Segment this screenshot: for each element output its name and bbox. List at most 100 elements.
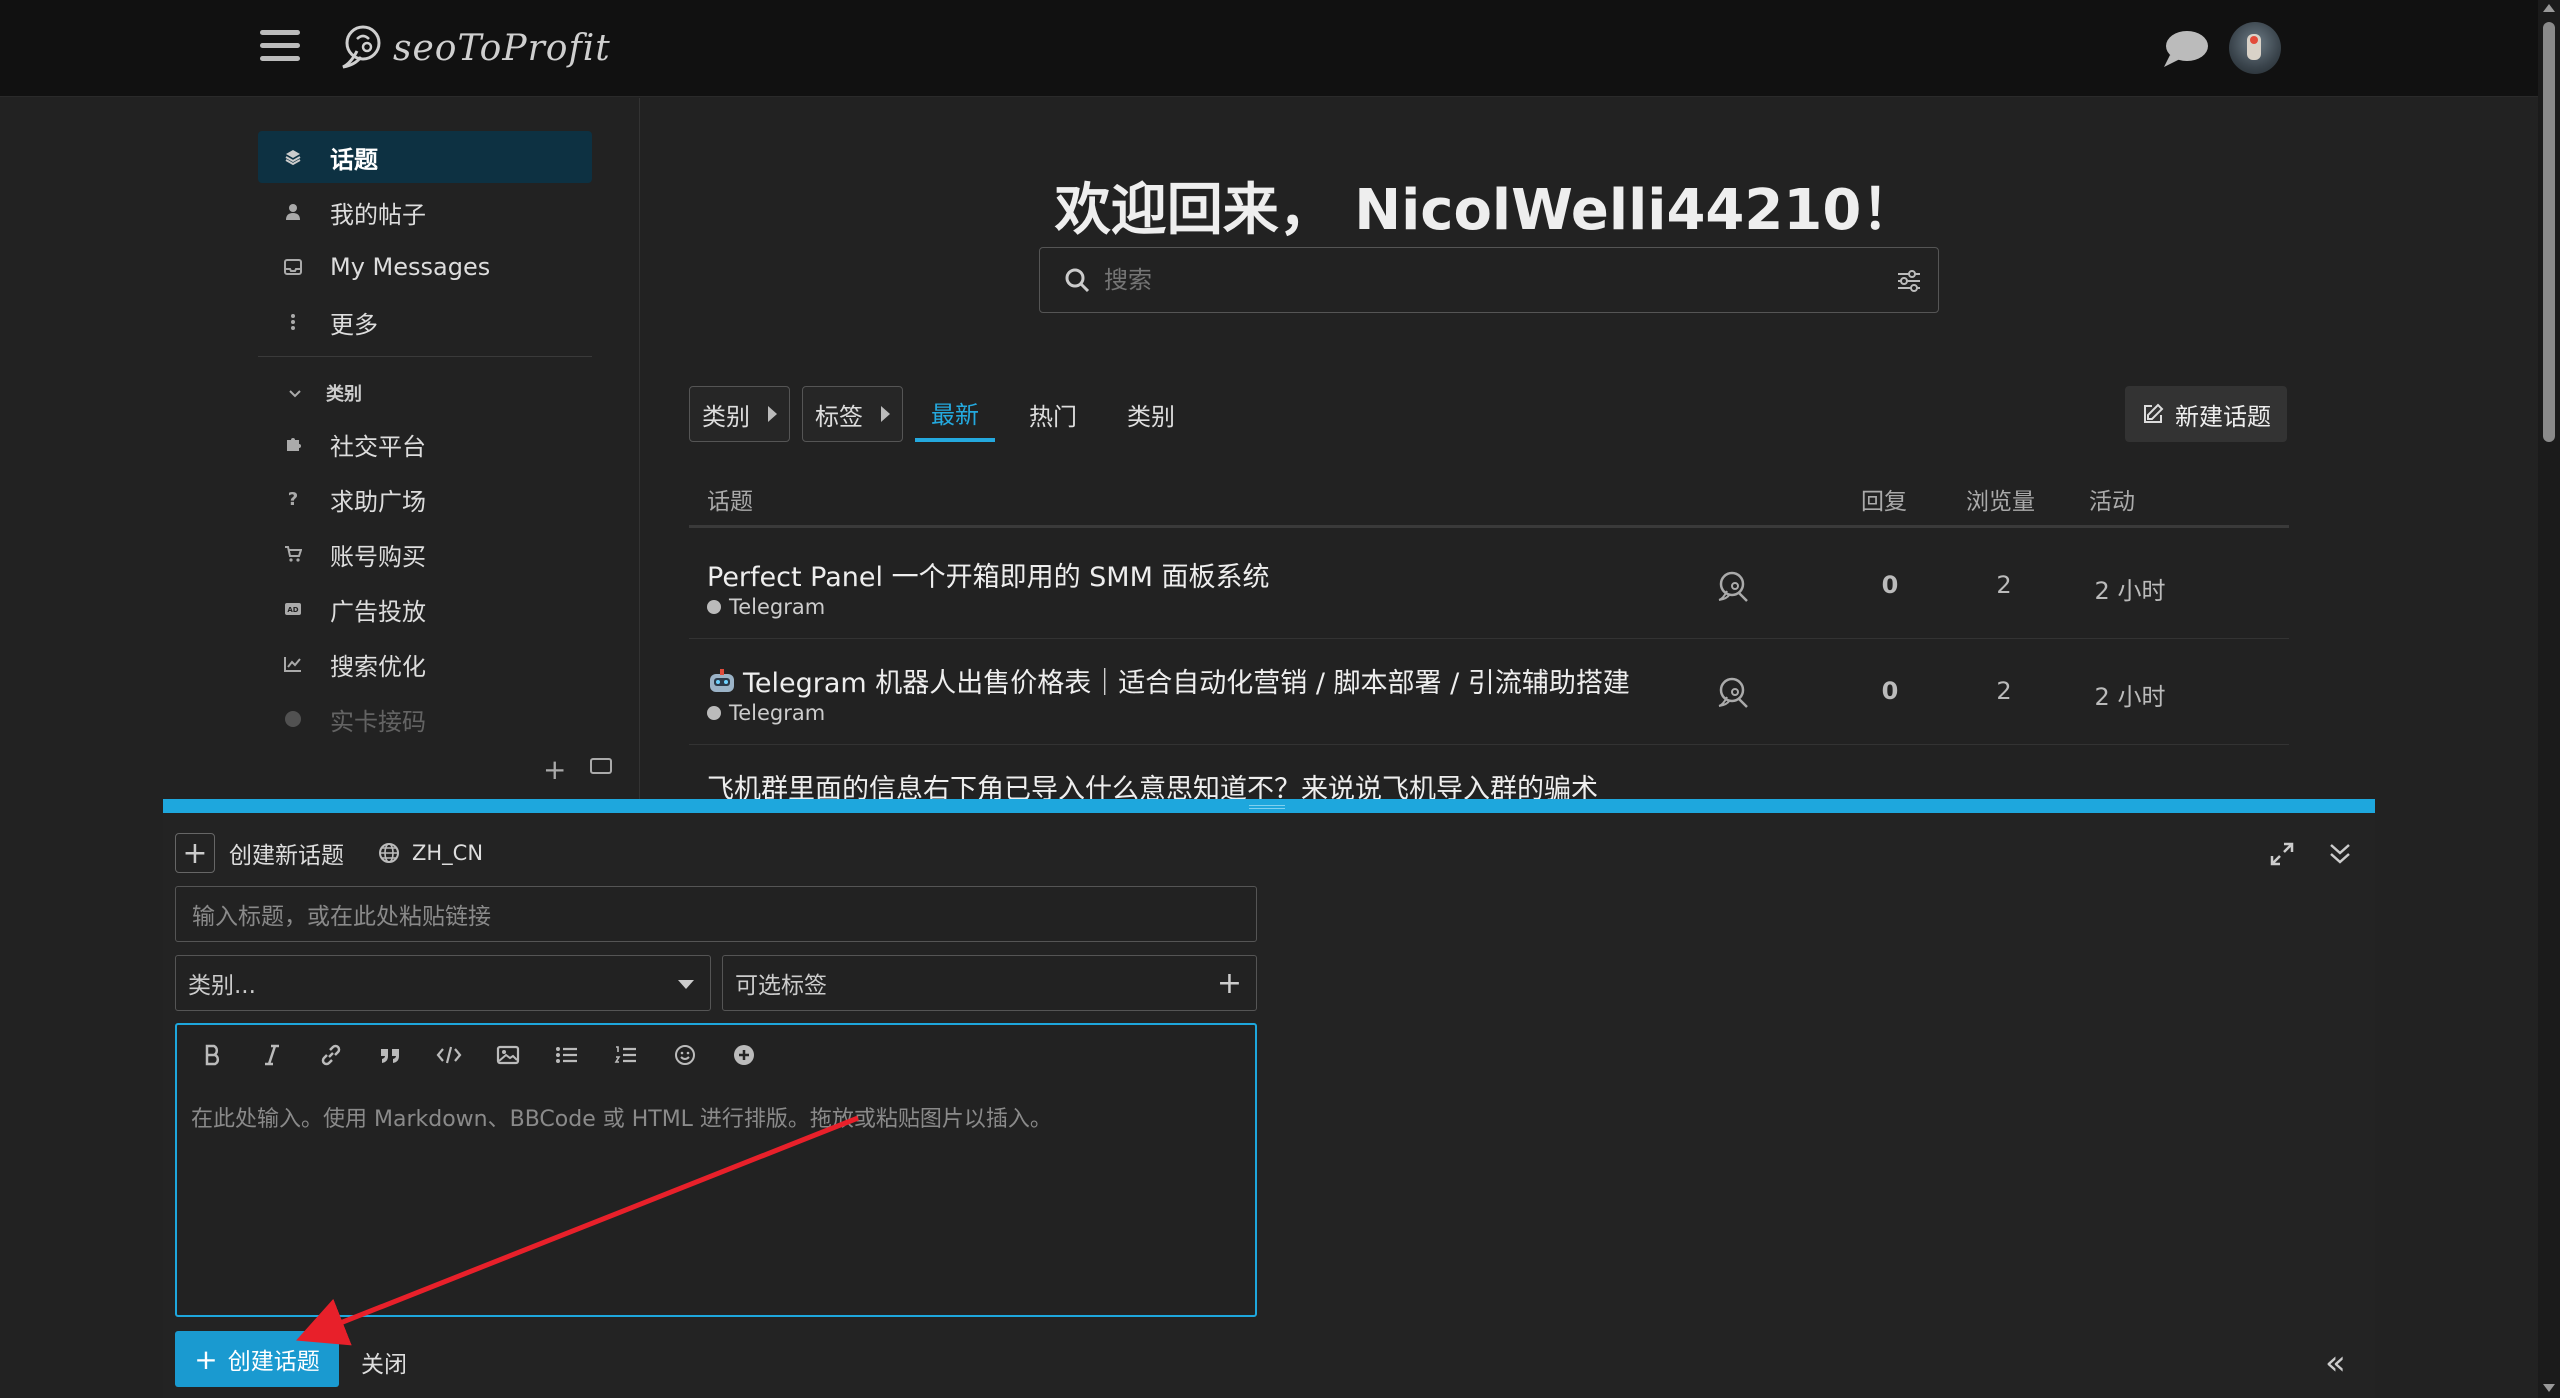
table-row[interactable]: Telegram 机器人出售价格表｜适合自动化营销 / 脚本部署 / 引流辅助搭… xyxy=(689,639,2289,745)
search-box[interactable] xyxy=(1039,247,1939,313)
topic-title-input[interactable]: 输入标题，或在此处粘贴链接 xyxy=(175,886,1257,942)
add-tag-icon[interactable]: + xyxy=(1217,966,1242,1001)
sidebar-section-categories[interactable]: 类别 xyxy=(258,378,362,408)
site-logo[interactable]: seoToProfit xyxy=(335,18,611,78)
emoji-icon[interactable] xyxy=(655,1035,714,1075)
tab-categories[interactable]: 类别 xyxy=(1111,386,1191,442)
code-icon[interactable] xyxy=(419,1035,478,1075)
chevron-down-icon xyxy=(288,384,302,403)
tab-hot[interactable]: 热门 xyxy=(1013,386,1093,442)
tag-select-value: 可选标签 xyxy=(735,973,827,999)
sidebar-category-accounts[interactable]: 账号购买 xyxy=(258,528,592,580)
tag-dropdown-label: 标签 xyxy=(815,402,863,431)
header-activity[interactable]: 活动 xyxy=(2089,482,2135,516)
circle-icon xyxy=(282,710,304,728)
sidebar-category-sim[interactable]: 实卡接码 xyxy=(258,693,592,745)
category-dropdown[interactable]: 类别 xyxy=(689,386,790,442)
editor-placeholder: 在此处输入。使用 Markdown、BBCode 或 HTML 进行排版。拖放或… xyxy=(191,1107,1052,1132)
tag-select[interactable]: 可选标签 + xyxy=(722,955,1257,1011)
topic-category[interactable]: Telegram xyxy=(707,595,825,619)
header-replies[interactable]: 回复 xyxy=(1861,482,1907,516)
sidebar-category-social[interactable]: 社交平台 xyxy=(258,418,592,470)
editor-toolbar xyxy=(183,1035,773,1075)
sidebar-item-topics[interactable]: 话题 xyxy=(258,131,592,183)
create-topic-button[interactable]: + 创建话题 xyxy=(175,1331,339,1387)
topic-category[interactable]: Telegram xyxy=(707,701,825,725)
double-chevron-left-icon[interactable]: « xyxy=(2325,1343,2346,1383)
cart-icon xyxy=(282,546,304,562)
add-category-icon[interactable]: + xyxy=(543,753,566,786)
sidebar-category-help[interactable]: ? 求助广场 xyxy=(258,473,592,525)
composer-title: 创建新话题 xyxy=(229,843,344,869)
page-scrollbar[interactable] xyxy=(2538,0,2560,1398)
sidebar-item-label: 搜索优化 xyxy=(330,652,426,681)
scroll-thumb[interactable] xyxy=(2543,22,2555,442)
activity-time[interactable]: 2 小时 xyxy=(2075,677,2185,712)
quote-icon[interactable] xyxy=(360,1035,419,1075)
bold-icon[interactable] xyxy=(183,1035,242,1075)
topic-title[interactable]: Telegram 机器人出售价格表｜适合自动化营销 / 脚本部署 / 引流辅助搭… xyxy=(707,661,1630,700)
collapse-chevrons-icon[interactable] xyxy=(2327,841,2353,867)
inbox-icon xyxy=(282,259,304,275)
sidebar-category-seo[interactable]: 搜索优化 xyxy=(258,638,592,690)
topic-nav: 类别 标签 最新 热门 类别 xyxy=(689,386,1209,442)
search-input[interactable] xyxy=(1104,266,1864,294)
caret-right-icon xyxy=(881,406,890,422)
image-icon[interactable] xyxy=(478,1035,537,1075)
sidebar-item-more[interactable]: 更多 xyxy=(258,296,592,348)
sidebar-category-ads[interactable]: AD 广告投放 xyxy=(258,583,592,635)
question-icon: ? xyxy=(287,488,299,510)
scroll-down-arrow-icon[interactable] xyxy=(2543,1384,2555,1392)
header-views[interactable]: 浏览量 xyxy=(1966,482,2035,516)
new-topic-button[interactable]: 新建话题 xyxy=(2125,386,2287,442)
category-dropdown-label: 类别 xyxy=(702,402,750,431)
category-select-value: 类别... xyxy=(188,973,256,999)
table-row[interactable]: Perfect Panel 一个开箱即用的 SMM 面板系统 Telegram … xyxy=(689,533,2289,639)
link-icon[interactable] xyxy=(301,1035,360,1075)
welcome-heading: 欢迎回来， NicolWelli44210！ xyxy=(1054,178,1918,243)
view-count: 2 xyxy=(1996,571,2012,599)
telegram-icon xyxy=(707,600,721,614)
globe-icon[interactable] xyxy=(378,842,400,864)
tab-latest[interactable]: 最新 xyxy=(915,386,995,442)
reply-count: 0 xyxy=(1881,677,1899,705)
svg-text:AD: AD xyxy=(287,606,298,614)
chat-icon[interactable] xyxy=(2162,27,2210,71)
reply-count: 0 xyxy=(1881,571,1899,599)
sidebar-item-my-posts[interactable]: 我的帖子 xyxy=(258,186,592,238)
search-options-icon[interactable] xyxy=(1896,268,1922,294)
topic-title-text: Telegram 机器人出售价格表｜适合自动化营销 / 脚本部署 / 引流辅助搭… xyxy=(743,668,1630,699)
sidebar-item-my-messages[interactable]: My Messages xyxy=(258,241,592,293)
italic-icon[interactable] xyxy=(242,1035,301,1075)
expand-icon[interactable] xyxy=(2269,841,2295,867)
close-composer-button[interactable]: 关闭 xyxy=(361,1345,407,1379)
sidebar-item-label: 实卡接码 xyxy=(330,707,426,736)
poster-avatar-icon[interactable] xyxy=(1717,569,1751,603)
user-avatar[interactable] xyxy=(2229,22,2281,74)
tag-dropdown[interactable]: 标签 xyxy=(802,386,903,442)
top-header: seoToProfit xyxy=(0,0,2538,97)
topic-category-label: Telegram xyxy=(729,595,826,619)
plus-icon: + xyxy=(194,1342,218,1376)
composer-action-plus-icon[interactable]: + xyxy=(175,833,215,873)
poster-avatar-icon[interactable] xyxy=(1717,675,1751,709)
topic-title[interactable]: Perfect Panel 一个开箱即用的 SMM 面板系统 xyxy=(707,555,1269,594)
composer-resize-grip[interactable] xyxy=(1249,805,1285,809)
bullet-list-icon[interactable] xyxy=(537,1035,596,1075)
layers-icon xyxy=(282,148,304,166)
keyboard-icon[interactable] xyxy=(590,758,612,774)
header-topic[interactable]: 话题 xyxy=(707,482,753,516)
sidebar-divider xyxy=(258,356,592,357)
scroll-up-arrow-icon[interactable] xyxy=(2543,4,2555,12)
create-topic-label: 创建话题 xyxy=(227,1349,320,1375)
category-select[interactable]: 类别... xyxy=(175,955,711,1011)
add-circle-icon[interactable] xyxy=(714,1035,773,1075)
activity-time[interactable]: 2 小时 xyxy=(2075,571,2185,606)
topic-table-header: 话题 回复 浏览量 活动 xyxy=(689,468,2289,528)
telegram-icon xyxy=(707,706,721,720)
post-editor[interactable]: 在此处输入。使用 Markdown、BBCode 或 HTML 进行排版。拖放或… xyxy=(175,1023,1257,1317)
locale-selector[interactable]: ZH_CN xyxy=(412,841,483,865)
hamburger-menu-icon[interactable] xyxy=(260,28,300,64)
numbered-list-icon[interactable] xyxy=(596,1035,655,1075)
topic-category-label: Telegram xyxy=(729,701,826,725)
